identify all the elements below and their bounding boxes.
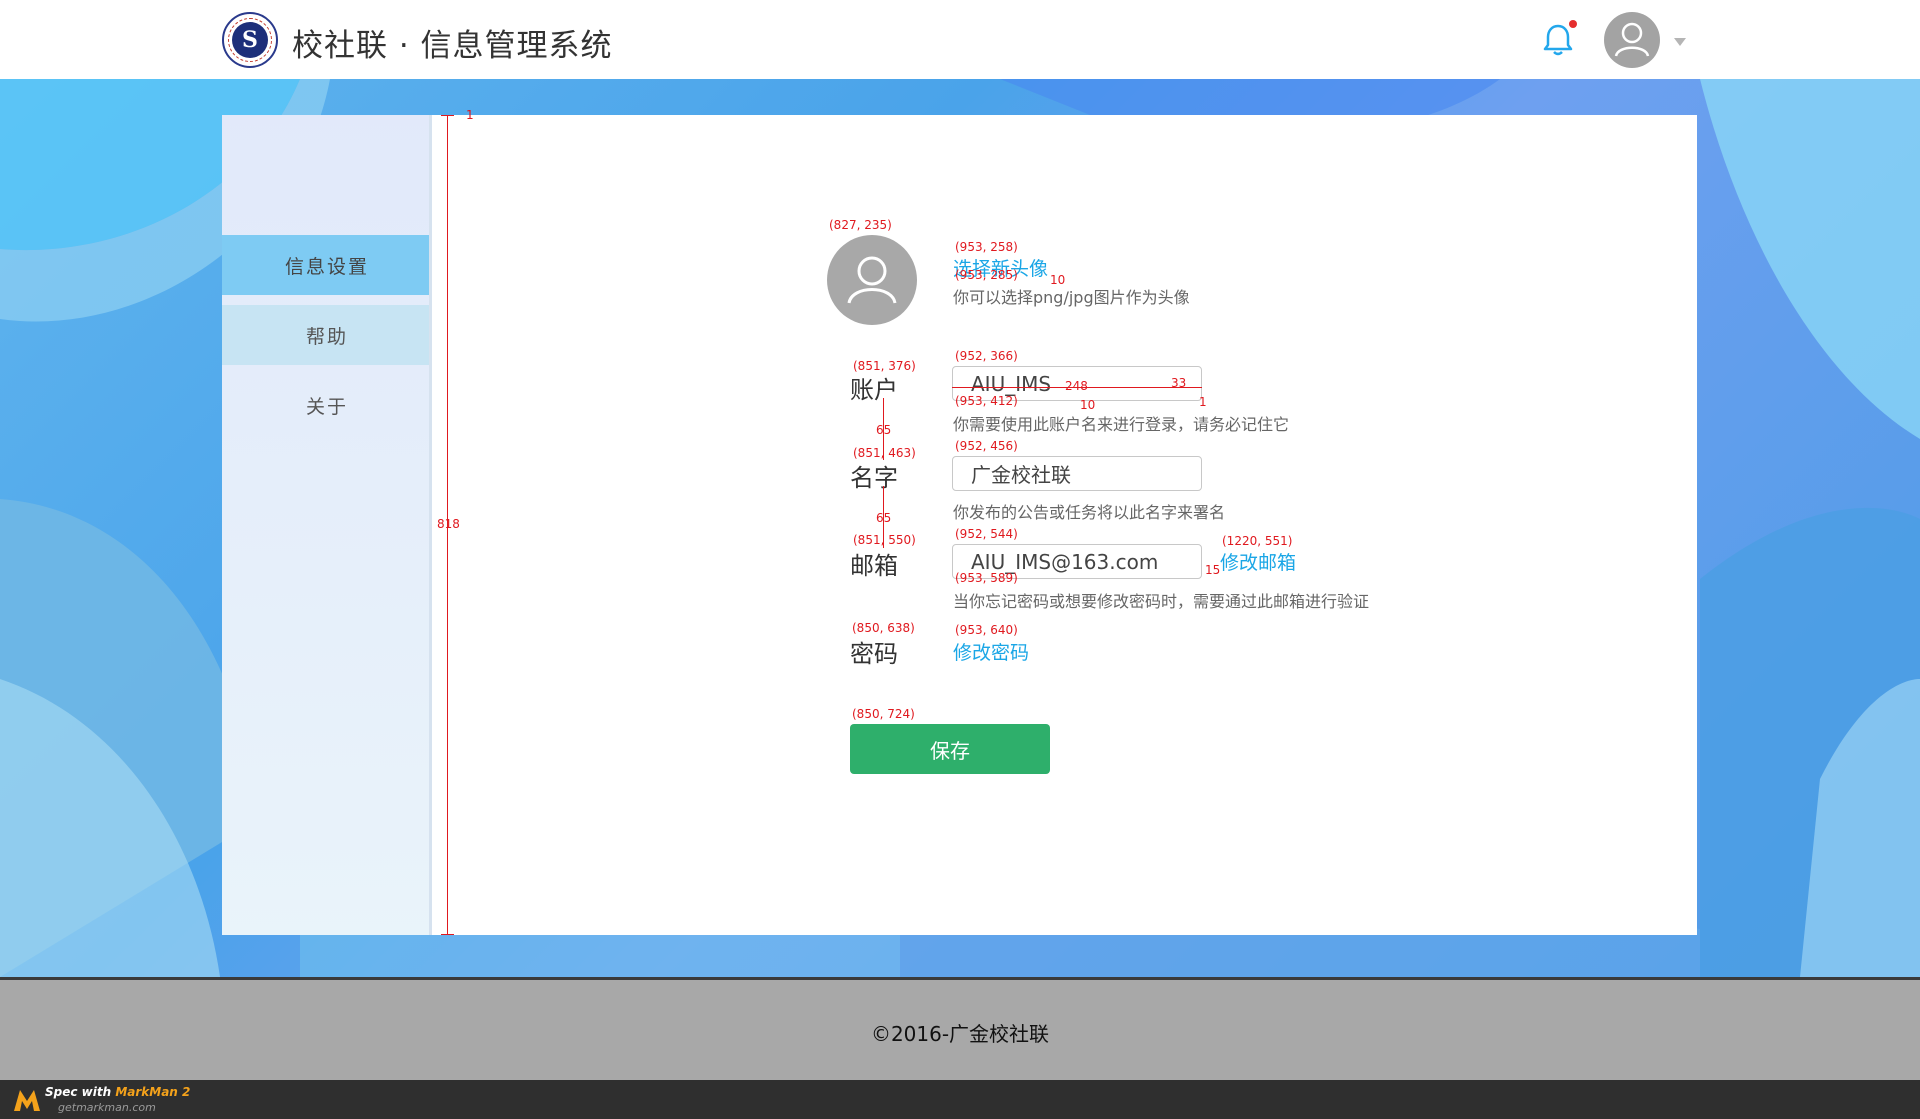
annotation-label: (851, 550) bbox=[853, 533, 916, 547]
annotation-label: (851, 463) bbox=[853, 446, 916, 460]
annotation-label: (953, 412) bbox=[955, 394, 1018, 408]
email-hint: 当你忘记密码或想要修改密码时，需要通过此邮箱进行验证 bbox=[953, 592, 1370, 611]
avatar-hint: 你可以选择png/jpg图片作为头像 bbox=[953, 288, 1190, 307]
sidebar-item-label: 帮助 bbox=[305, 325, 348, 348]
markman-bar: Spec with MarkMan 2 getmarkman.com bbox=[0, 1080, 1920, 1119]
measure-tick bbox=[441, 115, 454, 116]
markman-brand: MarkMan 2 bbox=[115, 1085, 191, 1099]
name-input[interactable]: 广金校社联 bbox=[952, 456, 1202, 491]
annotation-label: 1 bbox=[466, 108, 474, 122]
sidebar-item-info-settings[interactable]: 信息设置 bbox=[222, 235, 432, 295]
markman-tagline: Spec with MarkMan 2 bbox=[45, 1085, 190, 1099]
annotation-label: 1 bbox=[1199, 395, 1207, 409]
measure-tick bbox=[441, 934, 454, 935]
user-icon bbox=[847, 256, 897, 304]
annotation-label: (850, 724) bbox=[852, 707, 915, 721]
account-label: 账户 bbox=[850, 376, 898, 404]
annotation-label: 10 bbox=[1050, 273, 1066, 287]
annotation-label: 10 bbox=[1080, 398, 1096, 412]
sidebar-item-label: 关于 bbox=[305, 395, 348, 418]
annotation-label: 248 bbox=[1065, 379, 1088, 393]
name-label: 名字 bbox=[850, 464, 898, 492]
annotation-label: (952, 456) bbox=[955, 439, 1018, 453]
change-password-link[interactable]: 修改密码 bbox=[953, 638, 1029, 665]
sidebar-item-about[interactable]: 关于 bbox=[222, 375, 432, 435]
profile-avatar bbox=[827, 235, 917, 325]
top-header: S 校社联 · 信息管理系统 bbox=[0, 0, 1920, 79]
password-label: 密码 bbox=[850, 640, 898, 668]
annotation-label: (953, 589) bbox=[955, 571, 1018, 585]
annotation-label: 15 bbox=[1205, 563, 1221, 577]
annotation-label: 65 bbox=[876, 511, 892, 525]
email-value: AIU_IMS@163.com bbox=[971, 549, 1159, 574]
app-title: 校社联 · 信息管理系统 bbox=[292, 28, 613, 64]
name-hint: 你发布的公告或任务将以此名字来署名 bbox=[953, 503, 1226, 522]
annotation-label: (953, 640) bbox=[955, 623, 1018, 637]
annotation-label: (953, 258) bbox=[955, 240, 1018, 254]
change-email-link[interactable]: 修改邮箱 bbox=[1220, 548, 1296, 575]
sidebar: 信息设置 帮助 关于 bbox=[222, 115, 432, 935]
annotation-label: (1220, 551) bbox=[1222, 534, 1293, 548]
page-footer: ©2016-广金校社联 bbox=[0, 977, 1920, 1080]
annotation-label: (827, 235) bbox=[829, 218, 892, 232]
user-icon bbox=[1614, 22, 1650, 57]
annotation-label: (850, 638) bbox=[852, 621, 915, 635]
chevron-down-icon[interactable] bbox=[1674, 38, 1686, 46]
annotation-label: (851, 376) bbox=[853, 359, 916, 373]
sidebar-item-help[interactable]: 帮助 bbox=[222, 305, 432, 365]
email-label: 邮箱 bbox=[850, 552, 898, 580]
save-button[interactable]: 保存 bbox=[850, 724, 1050, 774]
user-avatar[interactable] bbox=[1604, 12, 1660, 68]
annotation-label: 818 bbox=[437, 517, 460, 531]
notification-dot bbox=[1569, 20, 1577, 28]
account-value: AIU_IMS bbox=[971, 371, 1052, 396]
account-hint: 你需要使用此账户名来进行登录，请务必记住它 bbox=[953, 415, 1290, 434]
school-logo: S bbox=[222, 12, 278, 68]
markman-logo-icon bbox=[14, 1090, 40, 1111]
markman-prefix: Spec with bbox=[45, 1085, 116, 1099]
annotation-label: 33 bbox=[1171, 376, 1187, 390]
name-value: 广金校社联 bbox=[971, 463, 1071, 487]
annotation-label: (953, 285) bbox=[955, 268, 1018, 282]
copyright-text: ©2016-广金校社联 bbox=[870, 1022, 1050, 1046]
sidebar-item-label: 信息设置 bbox=[284, 255, 369, 278]
annotation-label: (952, 544) bbox=[955, 527, 1018, 541]
annotation-label: 65 bbox=[876, 423, 892, 437]
annotation-label: (952, 366) bbox=[955, 349, 1018, 363]
markman-url: getmarkman.com bbox=[58, 1101, 156, 1114]
